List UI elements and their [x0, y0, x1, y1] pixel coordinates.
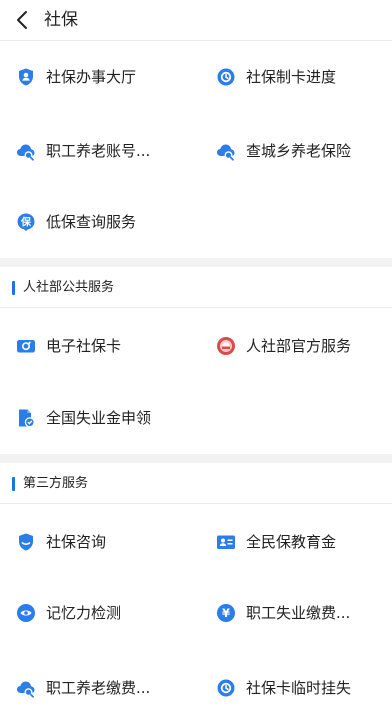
section-accent-bar — [12, 477, 15, 491]
ministry-emblem-icon — [217, 337, 235, 355]
shield-person-icon — [19, 68, 33, 86]
service-item-unemployment-payment[interactable]: ¥ 职工失业缴费... — [216, 598, 350, 628]
service-label: 职工失业缴费... — [246, 604, 351, 622]
section-divider — [0, 307, 392, 308]
service-label: 人社部官方服务 — [246, 337, 352, 355]
service-label: 社保咨询 — [46, 533, 107, 551]
service-label: 职工养老账号... — [46, 142, 151, 160]
service-item-education-fund[interactable]: 全民保教育金 — [216, 527, 336, 557]
service-item-ministry[interactable]: 人社部官方服务 — [216, 331, 351, 361]
service-item-unemployment[interactable]: 全国失业金申领 — [16, 403, 151, 433]
section-header: 人社部公共服务 — [12, 279, 114, 297]
service-item-memory-test[interactable]: 记忆力检测 — [16, 598, 121, 628]
service-item-card-progress[interactable]: 社保制卡进度 — [216, 62, 336, 92]
section-gap — [0, 454, 392, 463]
service-item-low-income[interactable]: 保 低保查询服务 — [16, 207, 136, 237]
service-label: 职工养老缴费... — [46, 679, 151, 697]
service-item-card-loss[interactable]: 社保卡临时挂失 — [216, 673, 351, 703]
page-title: 社保 — [44, 10, 78, 30]
id-card-icon — [17, 340, 35, 353]
service-label: 社保卡临时挂失 — [246, 679, 352, 697]
cloud-search-icon — [17, 144, 35, 161]
bao-badge-icon: 保 — [17, 213, 35, 231]
service-label: 社保制卡进度 — [246, 68, 337, 86]
service-item-social-hall[interactable]: 社保办事大厅 — [16, 62, 136, 92]
service-label: 社保办事大厅 — [46, 68, 137, 86]
cloud-search-icon — [17, 681, 35, 698]
service-item-pension-account[interactable]: 职工养老账号... — [16, 136, 150, 166]
service-label: 电子社保卡 — [46, 337, 122, 355]
top-bar: 社保 — [0, 0, 392, 40]
section-gap — [0, 258, 392, 267]
section-header: 第三方服务 — [12, 475, 88, 493]
brain-circle-icon — [17, 604, 35, 622]
service-label: 记忆力检测 — [46, 604, 122, 622]
svg-text:保: 保 — [20, 215, 32, 228]
section-title: 人社部公共服务 — [23, 280, 115, 295]
person-card-icon — [217, 535, 235, 549]
header-divider — [0, 40, 392, 41]
service-label: 查城乡养老保险 — [246, 142, 352, 160]
service-label: 全民保教育金 — [246, 533, 337, 551]
service-label: 全国失业金申领 — [46, 409, 152, 427]
service-label: 低保查询服务 — [46, 213, 137, 231]
section-accent-bar — [12, 281, 15, 295]
svg-text:¥: ¥ — [222, 606, 230, 620]
cloud-search-icon — [217, 144, 235, 161]
service-item-rural-pension[interactable]: 查城乡养老保险 — [216, 136, 351, 166]
card-progress-icon — [217, 68, 235, 86]
section-divider — [0, 503, 392, 504]
section-title: 第三方服务 — [23, 476, 89, 491]
service-item-pension-payment[interactable]: 职工养老缴费... — [16, 673, 150, 703]
shield-icon — [19, 533, 33, 551]
chevron-left-icon[interactable] — [12, 9, 34, 31]
card-lock-icon — [217, 679, 235, 697]
service-item-consult[interactable]: 社保咨询 — [16, 527, 106, 557]
document-shield-icon — [19, 409, 35, 428]
service-item-e-card[interactable]: 电子社保卡 — [16, 331, 121, 361]
yen-circle-icon: ¥ — [217, 604, 235, 622]
